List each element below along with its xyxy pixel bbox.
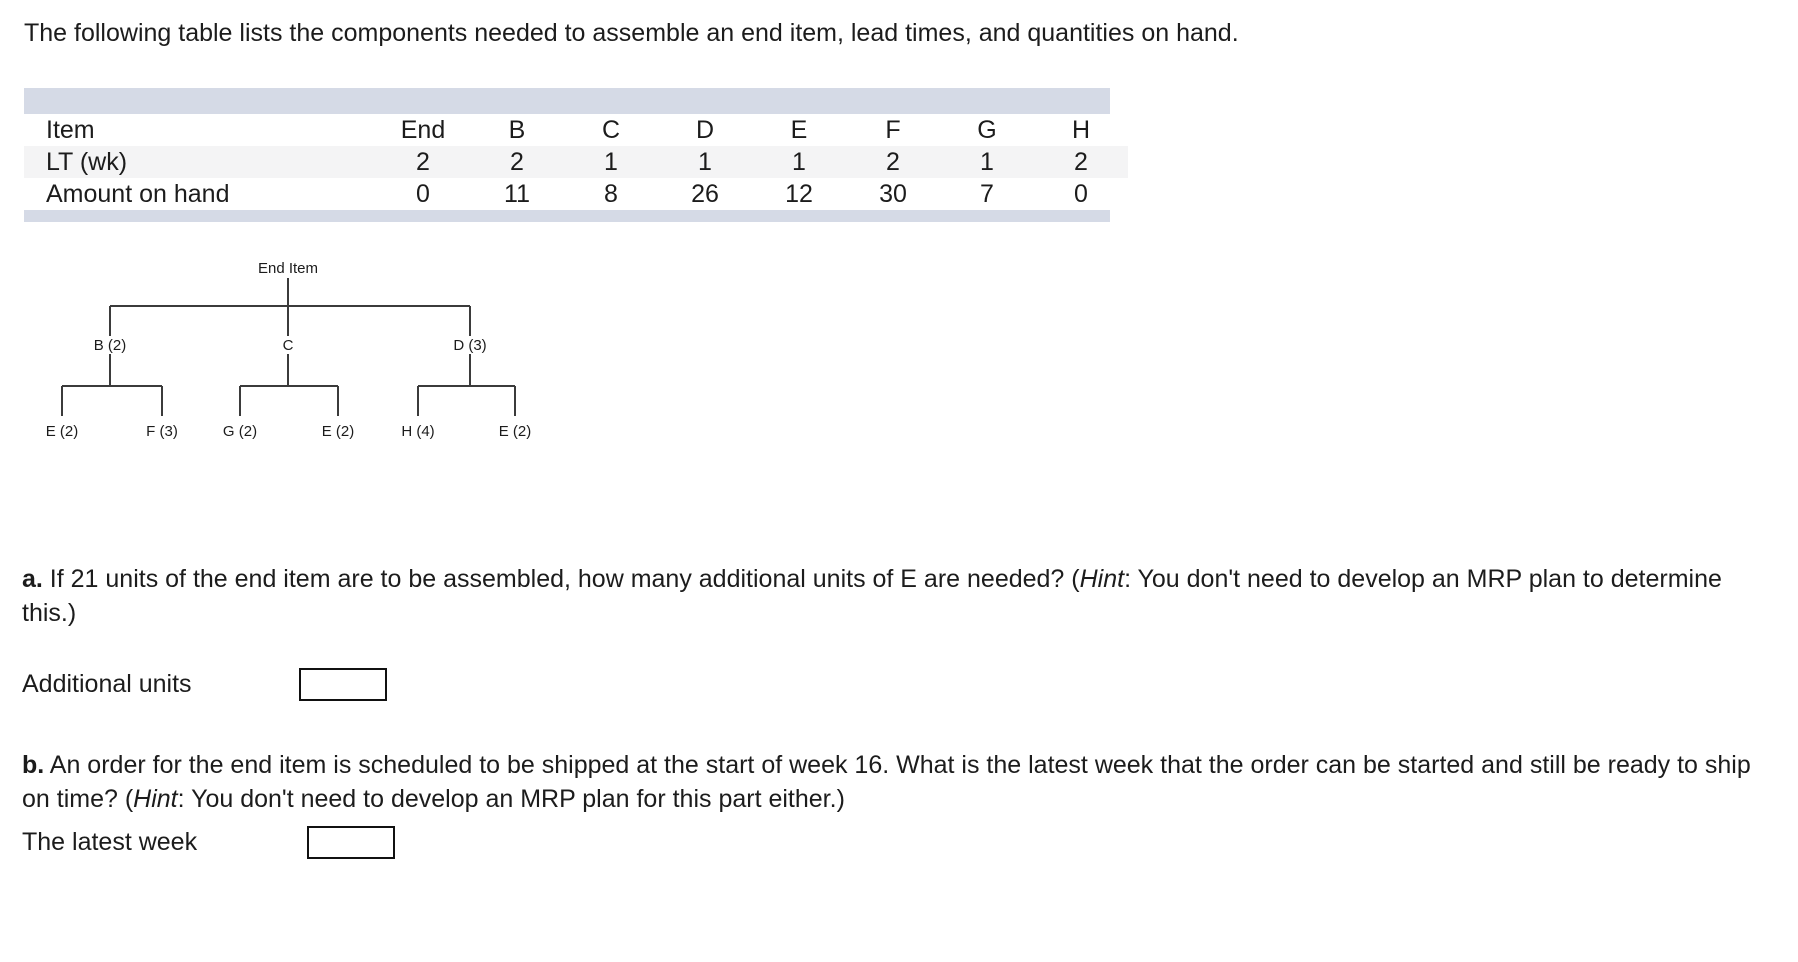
answer-row-a: Additional units	[22, 668, 387, 701]
question-b-text-after-hint: : You don't need to develop an MRP plan …	[177, 785, 845, 813]
table-row-amount-on-hand: Amount on hand 0 11 8 26 12 30 7 0	[24, 178, 1128, 210]
lt-e: 1	[752, 146, 846, 178]
tree-leaf-c-e: E (2)	[322, 423, 355, 440]
answer-a-label: Additional units	[22, 670, 192, 698]
question-b-label: b.	[22, 751, 45, 779]
header-col-end: End	[400, 116, 446, 144]
row-label-lead-time: LT (wk)	[24, 146, 376, 178]
header-col-f: F	[885, 116, 901, 144]
latest-week-input[interactable]	[307, 826, 395, 859]
question-a-text-before-hint: If 21 units of the end item are to be as…	[42, 565, 1080, 593]
additional-units-input[interactable]	[299, 668, 387, 701]
header-col-h: H	[1071, 116, 1091, 144]
lt-g: 1	[940, 146, 1034, 178]
tree-leaf-d-e: E (2)	[499, 423, 532, 440]
aoh-h: 0	[1074, 180, 1088, 208]
answer-b-label: The latest week	[22, 828, 198, 856]
header-col-d: D	[695, 116, 715, 144]
lt-d: 1	[658, 146, 752, 178]
aoh-end: 0	[416, 180, 430, 208]
aoh-c: 8	[604, 180, 618, 208]
question-a-hint-word: Hint	[1079, 565, 1125, 593]
tree-node-root: End Item	[258, 260, 318, 277]
lt-f: 2	[846, 146, 940, 178]
aoh-b: 11	[504, 180, 530, 208]
aoh-g: 7	[980, 180, 994, 208]
table-row-item: Item End B C D E F G H	[24, 114, 1128, 146]
header-col-g: G	[977, 116, 997, 144]
components-table-container: Item End B C D E F G H LT (wk) 2 2 1 1 1	[24, 88, 1128, 222]
table-top-bar	[24, 88, 1110, 114]
lt-c: 1	[564, 146, 658, 178]
tree-leaf-b-e: E (2)	[46, 423, 79, 440]
row-label-item: Item	[46, 116, 95, 144]
problem-page: The following table lists the components…	[0, 0, 1798, 962]
intro-text: The following table lists the components…	[24, 19, 1239, 47]
tree-leaf-b-f: F (3)	[146, 423, 178, 440]
tree-node-c: C	[283, 337, 294, 354]
lt-end: 2	[376, 146, 470, 178]
question-b: b. An order for the end item is schedule…	[22, 748, 1782, 816]
components-table: Item End B C D E F G H LT (wk) 2 2 1 1 1	[24, 114, 1128, 210]
question-a: a. If 21 units of the end item are to be…	[22, 562, 1782, 630]
question-a-label: a.	[22, 565, 43, 593]
tree-leaf-d-h: H (4)	[401, 423, 434, 440]
table-bottom-bar	[24, 210, 1110, 222]
header-col-c: C	[601, 116, 621, 144]
product-structure-tree: End Item B (2) C D (3) E (2) F (3) G (2)…	[0, 246, 620, 461]
tree-node-b: B (2)	[94, 337, 127, 354]
aoh-d: 26	[691, 180, 719, 208]
row-label-amount-on-hand: Amount on hand	[46, 180, 230, 208]
answer-row-b: The latest week	[22, 826, 395, 859]
header-col-b: B	[508, 116, 526, 144]
lt-h: 2	[1034, 146, 1128, 178]
aoh-e: 12	[785, 180, 813, 208]
header-col-e: E	[790, 116, 808, 144]
tree-node-d: D (3)	[453, 337, 486, 354]
table-row-lead-time: LT (wk) 2 2 1 1 1 2 1 2	[24, 146, 1128, 178]
question-b-hint-word: Hint	[133, 785, 178, 813]
lt-b: 2	[470, 146, 564, 178]
tree-leaf-c-g: G (2)	[223, 423, 257, 440]
aoh-f: 30	[879, 180, 907, 208]
